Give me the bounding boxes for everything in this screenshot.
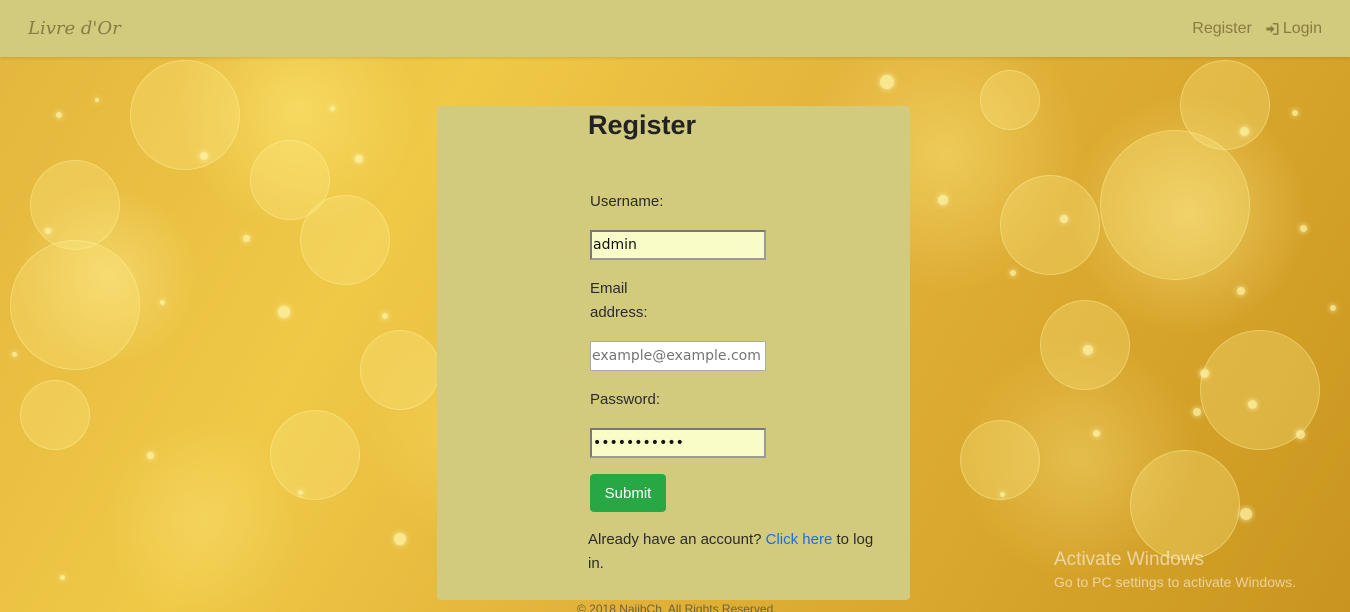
nav-register-link[interactable]: Register: [1192, 20, 1252, 38]
username-input[interactable]: [590, 230, 766, 260]
brand-logo-link[interactable]: Livre d'Or: [28, 18, 121, 39]
bokeh-bubble: [20, 380, 90, 450]
sparkle-dot: [1240, 127, 1249, 136]
sparkle-dot: [147, 452, 154, 459]
sparkle-dot: [200, 152, 208, 160]
email-input[interactable]: [590, 341, 766, 371]
sparkle-dot: [382, 313, 388, 319]
activate-windows-watermark: Activate Windows Go to PC settings to ac…: [1054, 548, 1296, 592]
bokeh-bubble: [360, 330, 440, 410]
sparkle-dot: [1300, 225, 1307, 232]
bokeh-bubble: [1000, 175, 1100, 275]
sparkle-dot: [160, 300, 165, 305]
sparkle-dot: [1237, 287, 1245, 295]
sparkle-dot: [60, 575, 65, 580]
register-card: Register Username: Email address: Passwo…: [437, 106, 910, 600]
nav-links: Register Login: [1192, 20, 1322, 38]
email-label-line2: address:: [590, 304, 648, 321]
sparkle-dot: [45, 228, 51, 234]
sign-in-icon: [1265, 22, 1279, 36]
sparkle-dot: [95, 98, 99, 102]
password-label: Password:: [590, 391, 661, 408]
sparkle-dot: [355, 155, 363, 163]
activate-windows-title: Activate Windows: [1054, 549, 1204, 570]
login-link[interactable]: Click here: [766, 531, 833, 548]
submit-button[interactable]: Submit: [590, 474, 666, 512]
email-label: Email address:: [590, 277, 648, 325]
sparkle-dot: [1193, 408, 1201, 416]
bokeh-bubble: [30, 160, 120, 250]
sparkle-dot: [1000, 492, 1005, 497]
username-label: Username:: [590, 193, 664, 210]
bokeh-bubble: [270, 410, 360, 500]
sparkle-dot: [298, 490, 303, 495]
sparkle-dot: [56, 112, 62, 118]
bokeh-bubble: [980, 70, 1040, 130]
activate-windows-subtitle: Go to PC settings to activate Windows.: [1054, 574, 1296, 590]
sparkle-dot: [1200, 369, 1209, 378]
login-prompt-prefix: Already have an account?: [588, 531, 762, 548]
sparkle-dot: [1093, 430, 1100, 437]
bokeh-bubble: [300, 195, 390, 285]
sparkle-dot: [394, 533, 406, 545]
bokeh-bubble: [130, 60, 240, 170]
nav-register-label: Register: [1192, 19, 1252, 37]
page-title: Register: [588, 110, 697, 140]
email-label-line1: Email: [590, 280, 628, 297]
bokeh-bubble: [1130, 450, 1240, 560]
password-input[interactable]: [590, 428, 766, 458]
login-prompt: Already have an account? Click here to l…: [588, 528, 888, 576]
sparkle-dot: [1010, 270, 1016, 276]
sparkle-dot: [278, 306, 290, 318]
sparkle-dot: [1248, 400, 1257, 409]
bokeh-bubble: [1100, 130, 1250, 280]
sparkle-dot: [1330, 305, 1336, 311]
sparkle-dot: [1083, 345, 1093, 355]
sparkle-dot: [1240, 508, 1252, 520]
sparkle-dot: [880, 75, 894, 89]
sparkle-dot: [1292, 110, 1298, 116]
nav-login-label: Login: [1282, 19, 1322, 37]
bokeh-bubble: [1180, 60, 1270, 150]
top-navbar: Livre d'Or Register Login: [0, 0, 1350, 57]
sparkle-dot: [330, 106, 335, 111]
sparkle-dot: [1296, 430, 1305, 439]
sparkle-dot: [243, 235, 250, 242]
footer-copyright: © 2018 NajibCh. All Rights Reserved.: [577, 602, 777, 612]
bokeh-bubble: [960, 420, 1040, 500]
sparkle-dot: [1060, 215, 1068, 223]
nav-login-link[interactable]: Login: [1265, 20, 1322, 38]
bokeh-bubble: [10, 240, 140, 370]
sparkle-dot: [938, 195, 948, 205]
sparkle-dot: [12, 352, 17, 357]
